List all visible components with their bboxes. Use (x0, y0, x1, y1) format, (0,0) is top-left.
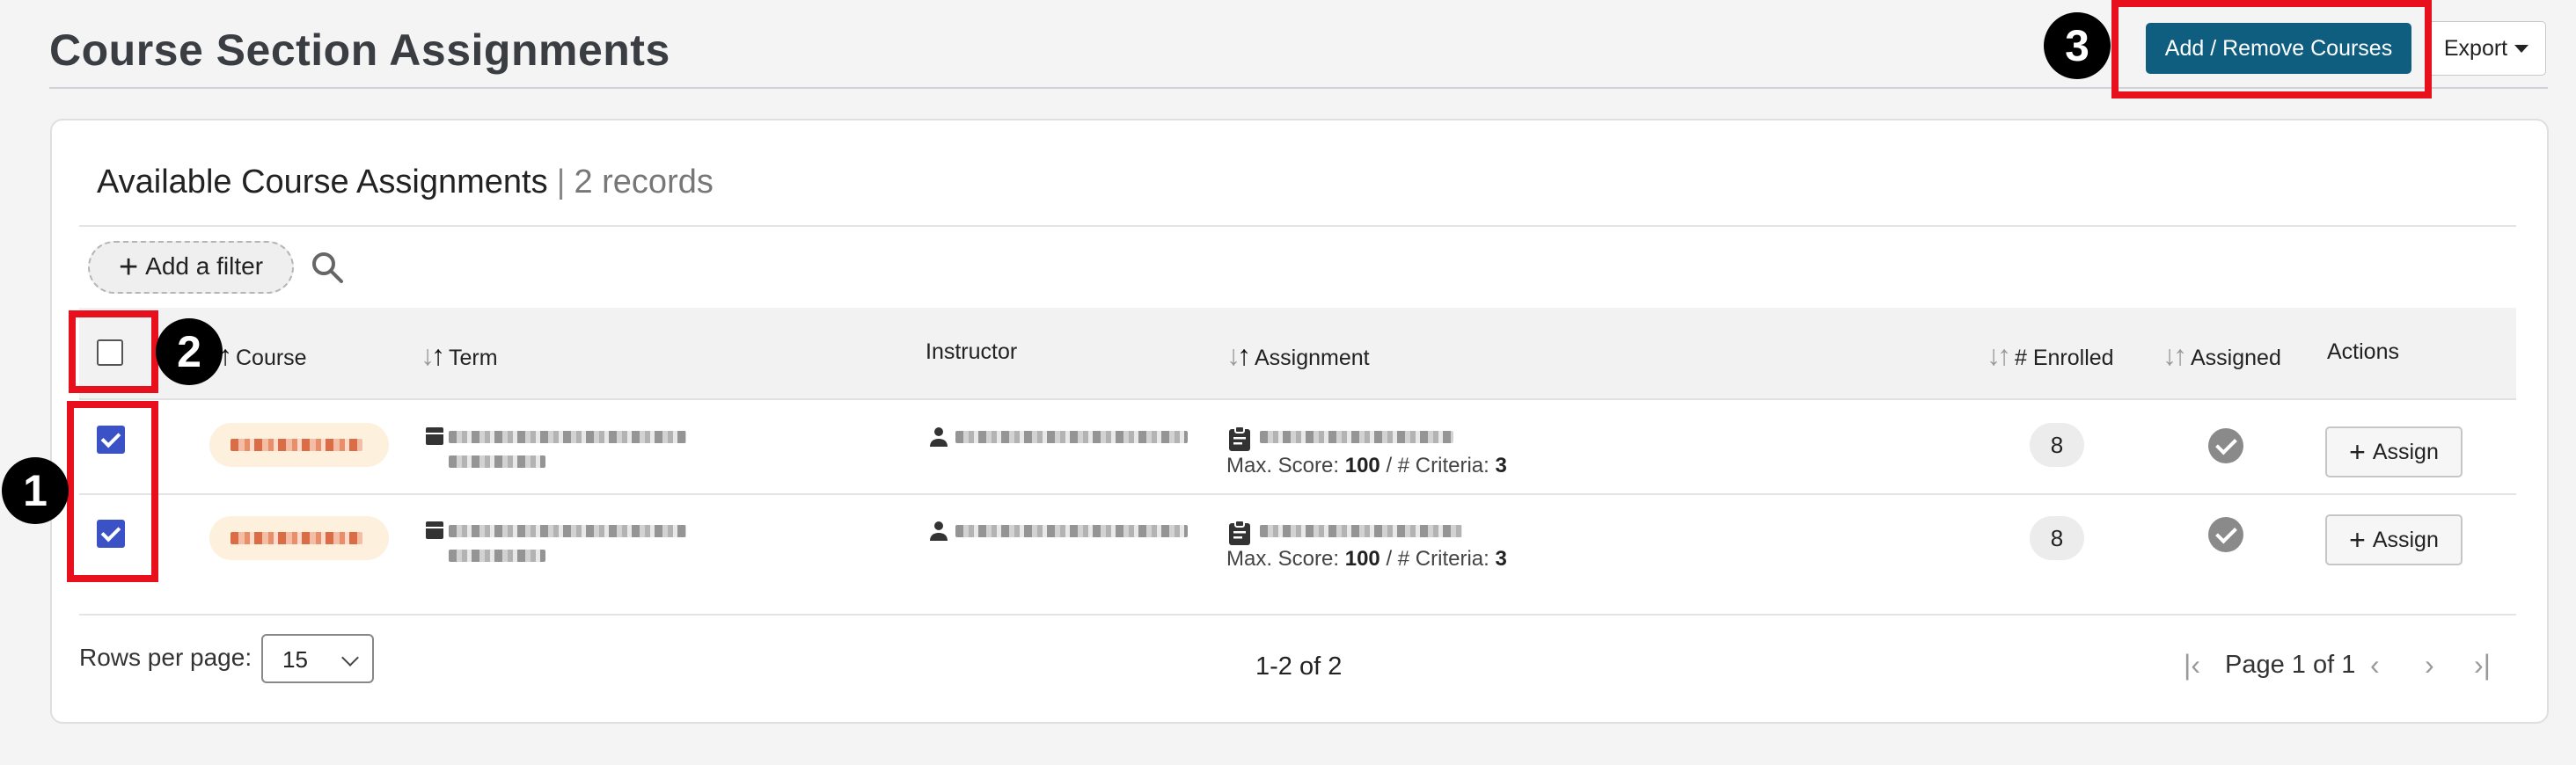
redacted-course (231, 532, 362, 544)
export-label: Export (2443, 35, 2508, 61)
step-badge-1: 1 (2, 457, 69, 524)
column-header-actions: Actions (2327, 339, 2399, 364)
step-badge-2: 2 (156, 318, 223, 385)
calendar-icon (426, 521, 443, 539)
redacted-assignment (1260, 525, 1462, 537)
row-checkbox[interactable] (97, 520, 125, 548)
assign-button[interactable]: + Assign (2325, 426, 2463, 477)
add-filter-label: Add a filter (145, 251, 264, 280)
redacted-course (231, 439, 362, 451)
clipboard-icon (1229, 520, 1250, 545)
card-divider (79, 225, 2516, 227)
record-count: 2 records (574, 164, 714, 200)
chevron-down-icon (341, 649, 359, 667)
column-header-course[interactable]: ↑ Course (218, 339, 307, 372)
column-header-instructor: Instructor (926, 339, 1018, 364)
page-indicator: Page 1 of 1 (2225, 651, 2356, 679)
export-dropdown-button[interactable]: Export (2426, 21, 2546, 76)
select-all-checkbox[interactable] (97, 339, 123, 366)
check-circle-icon (2208, 517, 2243, 552)
column-header-assigned[interactable]: ↓↑ Assigned (2163, 339, 2281, 372)
person-icon (930, 521, 948, 541)
row-divider (79, 493, 2516, 495)
add-remove-courses-button[interactable]: Add / Remove Courses (2146, 23, 2411, 74)
sort-arrows-icon: ↓↑ (1987, 339, 2011, 371)
clipboard-icon (1229, 426, 1250, 451)
column-header-term[interactable]: ↓↑ Term (421, 339, 498, 372)
row-checkbox[interactable] (97, 426, 125, 454)
sort-arrows-icon: ↓↑ (2163, 339, 2187, 371)
card-title: Available Course Assignments | 2 records (97, 164, 714, 201)
redacted-term (449, 525, 686, 537)
page-title: Course Section Assignments (49, 26, 670, 75)
card-title-text: Available Course Assignments (97, 164, 548, 200)
sort-arrows-icon: ↓↑ (1226, 339, 1251, 371)
redacted-term (449, 431, 686, 443)
assign-button[interactable]: + Assign (2325, 514, 2463, 565)
title-separator: | (556, 164, 566, 200)
rows-per-page-select[interactable]: 15 (261, 634, 374, 683)
score-criteria: Max. Score: 100 / # Criteria: 3 (1226, 547, 1507, 571)
redacted-term (449, 550, 545, 562)
check-circle-icon (2208, 428, 2243, 463)
next-page-icon[interactable]: › (2425, 649, 2434, 681)
pagination-range: 1-2 of 2 (1255, 652, 1343, 681)
plus-icon: + (2349, 435, 2366, 468)
course-pill (209, 423, 389, 467)
person-icon (930, 427, 948, 447)
column-header-enrolled[interactable]: ↓↑ # Enrolled (1987, 339, 2114, 372)
last-page-icon[interactable]: ›| (2474, 649, 2491, 681)
redacted-instructor (955, 431, 1188, 443)
redacted-term (449, 455, 545, 468)
sort-arrows-icon: ↓↑ (421, 339, 445, 371)
title-divider (49, 87, 2548, 89)
column-header-assignment[interactable]: ↓↑ Assignment (1226, 339, 1370, 372)
course-assignments-card (50, 119, 2549, 724)
add-filter-button[interactable]: + Add a filter (88, 241, 294, 294)
enrolled-count: 8 (2030, 516, 2084, 560)
caret-down-icon (2514, 45, 2529, 54)
rows-per-page-label: Rows per page: (79, 644, 252, 671)
calendar-icon (426, 427, 443, 445)
search-icon[interactable] (310, 250, 345, 285)
step-badge-3: 3 (2044, 12, 2111, 79)
redacted-assignment (1260, 431, 1453, 443)
prev-page-icon[interactable]: ‹ (2370, 649, 2380, 681)
course-pill (209, 516, 389, 560)
plus-icon: + (118, 248, 139, 286)
first-page-icon[interactable]: |‹ (2184, 649, 2200, 681)
redacted-instructor (955, 525, 1188, 537)
enrolled-count: 8 (2030, 423, 2084, 467)
footer-divider (79, 614, 2516, 616)
plus-icon: + (2349, 523, 2366, 556)
score-criteria: Max. Score: 100 / # Criteria: 3 (1226, 454, 1507, 477)
